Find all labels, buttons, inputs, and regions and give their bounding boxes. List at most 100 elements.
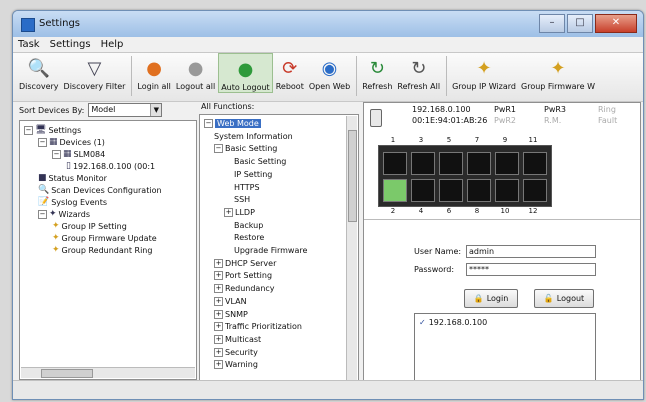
port-3[interactable]	[411, 152, 435, 175]
function-label: HTTPS	[234, 182, 260, 192]
reboot-button[interactable]: ⟳ Reboot	[274, 53, 306, 92]
device-tree-item[interactable]: ✦ Group Redundant Ring	[52, 245, 152, 255]
username-field[interactable]: admin	[466, 245, 596, 258]
open-web-button[interactable]: ◉ Open Web	[307, 53, 352, 92]
port-1[interactable]	[383, 152, 407, 175]
function-item[interactable]: Restore	[234, 233, 264, 242]
refresh-all-button[interactable]: ↻ Refresh All	[395, 53, 442, 92]
wand-icon: ✦	[550, 57, 566, 79]
expand-icon[interactable]: +	[214, 309, 223, 319]
device-tree-item[interactable]: 🔍 Scan Devices Configuration	[38, 185, 162, 195]
close-button[interactable]: ✕	[595, 14, 637, 33]
function-item[interactable]: − Basic Setting	[214, 144, 277, 154]
horizontal-scrollbar[interactable]	[21, 367, 195, 378]
discovery-filter-button[interactable]: ▽ Discovery Filter	[62, 53, 128, 92]
group-firmware-wizard-button[interactable]: ✦ Group Firmware W	[519, 53, 597, 92]
port-9[interactable]	[495, 152, 519, 175]
port-8[interactable]	[467, 179, 491, 202]
reboot-icon: ⟳	[282, 57, 298, 79]
device-tree-label: 192.168.0.100 (00:1	[72, 161, 156, 171]
group-ip-wizard-button[interactable]: ✦ Group IP Wizard	[450, 53, 518, 92]
expand-icon[interactable]: +	[214, 271, 223, 281]
collapse-icon[interactable]: −	[52, 149, 61, 159]
function-item[interactable]: + SNMP	[214, 309, 248, 319]
device-tree-label: Group Firmware Update	[61, 233, 157, 243]
auto-logout-button[interactable]: ● Auto Logout	[218, 53, 273, 93]
port-5[interactable]	[439, 152, 463, 175]
function-item[interactable]: + LLDP	[224, 207, 255, 217]
device-tree-item[interactable]: ▯ 192.168.0.100 (00:1	[66, 161, 155, 171]
expand-icon[interactable]: +	[214, 296, 223, 306]
vertical-scrollbar[interactable]	[346, 116, 357, 380]
refresh-icon: ↻	[369, 57, 385, 79]
device-list: ✓ 192.168.0.100	[414, 313, 596, 387]
port-6[interactable]	[439, 179, 463, 202]
collapse-icon[interactable]: −	[38, 137, 47, 147]
list-item[interactable]: ✓ 192.168.0.100	[419, 318, 487, 327]
function-item[interactable]: + Traffic Prioritization	[214, 322, 302, 332]
function-item[interactable]: System Information	[214, 132, 293, 141]
port-7[interactable]	[467, 152, 491, 175]
device-tree-item[interactable]: ■ Status Monitor	[38, 173, 107, 183]
function-item[interactable]: + Port Setting	[214, 271, 272, 281]
expand-icon[interactable]: +	[214, 334, 223, 344]
function-item[interactable]: − Web Mode	[204, 119, 261, 128]
function-label: LLDP	[235, 207, 255, 217]
logout-button[interactable]: 🔓 Logout	[534, 289, 594, 308]
chevron-down-icon: ▼	[150, 104, 162, 116]
function-label: Security	[225, 347, 258, 357]
function-item[interactable]: + Redundancy	[214, 284, 275, 294]
collapse-icon[interactable]: −	[214, 144, 223, 154]
expand-icon[interactable]: +	[214, 347, 223, 357]
collapse-icon[interactable]: −	[24, 125, 33, 135]
sort-select[interactable]: Model ▼	[88, 103, 163, 117]
function-item[interactable]: Basic Setting	[234, 157, 286, 166]
function-item[interactable]: + Warning	[214, 360, 258, 370]
function-item[interactable]: + DHCP Server	[214, 258, 276, 268]
port-2[interactable]	[383, 179, 407, 202]
function-item[interactable]: Backup	[234, 221, 263, 230]
port-11[interactable]	[523, 152, 547, 175]
collapse-icon[interactable]: −	[38, 209, 47, 219]
collapse-icon[interactable]: −	[204, 119, 213, 128]
device-tree-item[interactable]: 📝 Syslog Events	[38, 197, 107, 207]
expand-icon[interactable]: +	[214, 322, 223, 332]
function-item[interactable]: HTTPS	[234, 183, 260, 192]
device-tree-label: SLM084	[73, 149, 106, 159]
scroll-thumb[interactable]	[348, 130, 357, 222]
device-tree-item[interactable]: ✦ Group Firmware Update	[52, 233, 157, 243]
expand-icon[interactable]: +	[224, 207, 233, 217]
maximize-button[interactable]: □	[567, 14, 593, 33]
login-all-button[interactable]: ● Login all	[135, 53, 172, 92]
scroll-thumb[interactable]	[41, 369, 93, 378]
function-item[interactable]: Upgrade Firmware	[234, 246, 307, 255]
device-tree-item[interactable]: − ▦ Devices (1)	[38, 137, 105, 147]
port-12[interactable]	[523, 179, 547, 202]
port-10[interactable]	[495, 179, 519, 202]
wand-icon: ✦	[52, 233, 60, 243]
function-item[interactable]: IP Setting	[234, 170, 272, 179]
device-tree-item[interactable]: ✦ Group IP Setting	[52, 221, 127, 231]
function-item[interactable]: SSH	[234, 195, 250, 204]
menu-help[interactable]: Help	[101, 39, 124, 50]
refresh-button[interactable]: ↻ Refresh	[360, 53, 394, 92]
login-button[interactable]: 🔒 Login	[464, 289, 518, 308]
expand-icon[interactable]: +	[214, 258, 223, 268]
function-item[interactable]: + Multicast	[214, 334, 261, 344]
discovery-button[interactable]: 🔍 Discovery	[17, 53, 61, 92]
expand-icon[interactable]: +	[214, 360, 223, 370]
logout-all-button[interactable]: ● Logout all	[174, 53, 217, 92]
device-tree-item[interactable]: − ▦ SLM084	[52, 149, 105, 159]
device-tree-item[interactable]: − 🖥 Settings	[24, 125, 81, 135]
port-4[interactable]	[411, 179, 435, 202]
menu-settings[interactable]: Settings	[50, 39, 91, 50]
function-item[interactable]: + VLAN	[214, 296, 247, 306]
device-tree-item[interactable]: − ✦ Wizards	[38, 209, 90, 219]
menu-task[interactable]: Task	[18, 39, 40, 50]
expand-icon[interactable]: +	[214, 284, 223, 294]
minimize-button[interactable]: –	[539, 14, 565, 33]
password-field[interactable]: *****	[466, 263, 596, 276]
function-item[interactable]: + Security	[214, 347, 258, 357]
port-number-label: 11	[528, 136, 538, 144]
list-item-label: 192.168.0.100	[428, 318, 488, 327]
